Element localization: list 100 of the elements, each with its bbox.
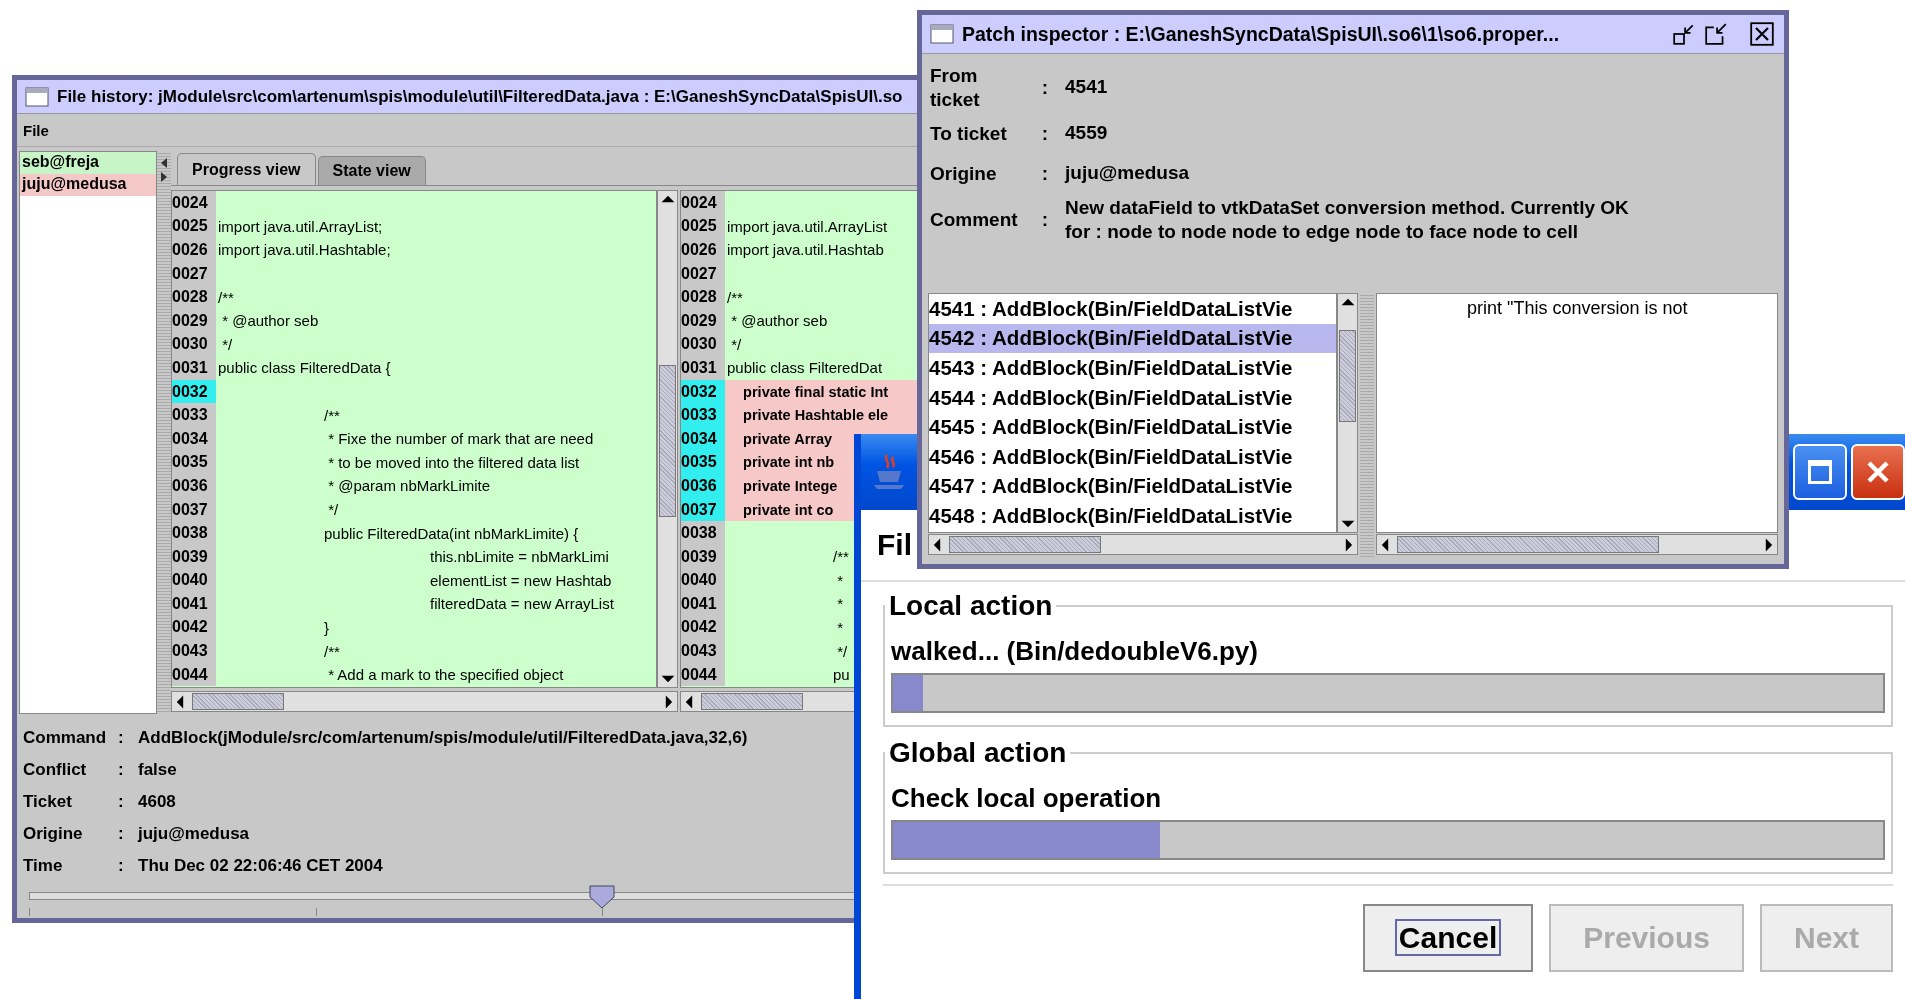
code-line: import java.util.Hashtab xyxy=(726,241,884,259)
scroll-thumb[interactable] xyxy=(659,365,676,517)
undock-icon[interactable] xyxy=(1704,22,1728,46)
code-line: * to be moved into the filtered data list xyxy=(327,453,580,471)
slider-thumb[interactable] xyxy=(589,885,615,909)
line-number: 0030 xyxy=(681,332,725,357)
code-line: public FilteredData(int nbMarkLimite) { xyxy=(323,524,579,542)
field-value: juju@medusa xyxy=(138,824,250,844)
patch-item[interactable]: 4545 : AddBlock(Bin/FieldDataListVie xyxy=(929,412,1336,442)
left-arrow-icon[interactable] xyxy=(160,157,168,169)
code-line: pu xyxy=(832,666,850,684)
author-item[interactable]: juju@medusa xyxy=(20,174,156,196)
patch-item[interactable]: 4547 : AddBlock(Bin/FieldDataListVie xyxy=(929,471,1336,502)
tab[interactable]: State view xyxy=(317,156,426,185)
line-number: 0038 xyxy=(681,521,725,545)
patch-item[interactable]: 4541 : AddBlock(Bin/FieldDataListVie xyxy=(929,294,1336,324)
maximize-button[interactable] xyxy=(1793,444,1847,500)
field-label: Origine xyxy=(930,161,998,186)
patch-item[interactable]: 4548 : AddBlock(Bin/FieldDataListVie xyxy=(929,501,1336,531)
scroll-thumb[interactable] xyxy=(701,693,803,710)
patch-item[interactable]: 4544 : AddBlock(Bin/FieldDataListVie xyxy=(929,382,1336,413)
code-line: private int nb xyxy=(742,454,835,471)
separator-colon: : xyxy=(118,824,125,844)
field-label: Command xyxy=(23,728,108,748)
horizontal-scrollbar[interactable] xyxy=(1376,534,1778,555)
line-number: 0029 xyxy=(681,308,725,333)
patch-item[interactable]: 4546 : AddBlock(Bin/FieldDataListVie xyxy=(929,441,1336,472)
close-button[interactable] xyxy=(1750,21,1776,47)
field-value: juju@medusa xyxy=(1065,161,1191,186)
close-icon xyxy=(1750,22,1774,46)
line-number: 0024 xyxy=(681,191,725,215)
code-line: this.nbLimite = nbMarkLimi xyxy=(429,548,609,566)
code-line: * xyxy=(836,571,843,589)
code-line: import java.util.Hashtable; xyxy=(217,241,391,259)
field-value: 4559 xyxy=(1065,121,1109,146)
line-number: 0035 xyxy=(681,450,725,475)
horizontal-scrollbar[interactable] xyxy=(171,691,678,712)
code-line: * xyxy=(836,619,843,636)
maximize-icon xyxy=(1805,457,1835,487)
field-value: AddBlock(jModule/src/com/artenum/spis/module/util/FilteredData.java,32,6) xyxy=(138,728,748,748)
vertical-scrollbar[interactable] xyxy=(657,190,678,688)
code-line: /** xyxy=(323,642,340,660)
line-number: 0034 xyxy=(681,426,725,451)
code-line: * Fixe the number of mark that are need xyxy=(327,430,594,448)
field-value: Thu Dec 02 22:06:46 CET 2004 xyxy=(138,856,383,876)
code-line: print "This conversion is not xyxy=(1467,298,1688,318)
dock-icon[interactable] xyxy=(1672,22,1696,46)
scroll-thumb[interactable] xyxy=(192,693,284,710)
line-number: 0039 xyxy=(172,544,216,569)
author-item[interactable]: seb@freja xyxy=(20,152,156,174)
code-line: private Array xyxy=(742,430,833,447)
field-value: 4541 xyxy=(1065,75,1109,100)
scroll-thumb[interactable] xyxy=(1339,330,1356,422)
separator-colon: : xyxy=(118,856,125,876)
line-number: 0026 xyxy=(681,238,725,262)
status-text: Check local operation xyxy=(891,783,1163,814)
scroll-thumb[interactable] xyxy=(1397,536,1659,553)
code-line: private int co xyxy=(742,501,834,518)
separator-colon: : xyxy=(118,792,125,812)
patch-item[interactable]: 4543 : AddBlock(Bin/FieldDataListVie xyxy=(929,353,1336,383)
code-line: */ xyxy=(327,501,339,518)
line-number: 0035 xyxy=(172,450,216,475)
line-number: 0032 xyxy=(172,379,216,404)
vertical-scrollbar[interactable] xyxy=(1337,293,1358,533)
code-line: public class FilteredData { xyxy=(217,359,391,377)
code-line: filteredData = new ArrayList xyxy=(429,595,614,613)
field-label: To ticket xyxy=(930,121,1008,146)
code-line: * @param nbMarkLimite xyxy=(327,477,491,495)
separator-colon: : xyxy=(1040,76,1050,99)
line-number: 0041 xyxy=(172,592,216,616)
tab[interactable]: Progress view xyxy=(177,153,316,185)
line-number: 0041 xyxy=(681,592,725,616)
field-label: Time xyxy=(23,856,64,876)
separator-colon: : xyxy=(1040,162,1050,185)
window-icon xyxy=(930,24,954,44)
code-line: */ xyxy=(221,335,233,353)
dialog-heading: Fil xyxy=(877,528,912,562)
line-number: 0040 xyxy=(681,568,725,593)
line-number: 0034 xyxy=(172,426,216,451)
patch-item[interactable]: 4542 : AddBlock(Bin/FieldDataListVie xyxy=(929,323,1336,354)
line-number: 0040 xyxy=(172,568,216,593)
code-line: elementList = new Hashtab xyxy=(429,571,612,589)
field-label: Origine xyxy=(23,824,84,844)
scroll-thumb[interactable] xyxy=(949,536,1101,553)
separator-colon: : xyxy=(118,728,125,748)
dialog-button[interactable]: Cancel xyxy=(1362,904,1534,972)
window-title: File history: jModule\src\com\artenum\spis\module\util\FilteredData.java : E:\GaneshSyncData\SpisUI\.so xyxy=(57,86,903,107)
status-text: walked... (Bin/dedoubleV6.py) xyxy=(891,636,1259,667)
group-title: Global action xyxy=(888,737,1068,769)
code-line: public class FilteredDat xyxy=(726,359,883,377)
horizontal-scrollbar[interactable] xyxy=(928,534,1358,555)
menu-item[interactable]: File xyxy=(23,121,49,139)
line-number: 0037 xyxy=(172,497,216,522)
code-line: /** xyxy=(217,288,234,306)
line-number: 0042 xyxy=(172,615,216,640)
line-number: 0033 xyxy=(681,403,725,427)
right-arrow-icon[interactable] xyxy=(160,171,168,183)
line-number: 0027 xyxy=(681,261,725,286)
code-line: import java.util.ArrayList xyxy=(726,217,888,235)
line-number: 0028 xyxy=(681,285,725,309)
